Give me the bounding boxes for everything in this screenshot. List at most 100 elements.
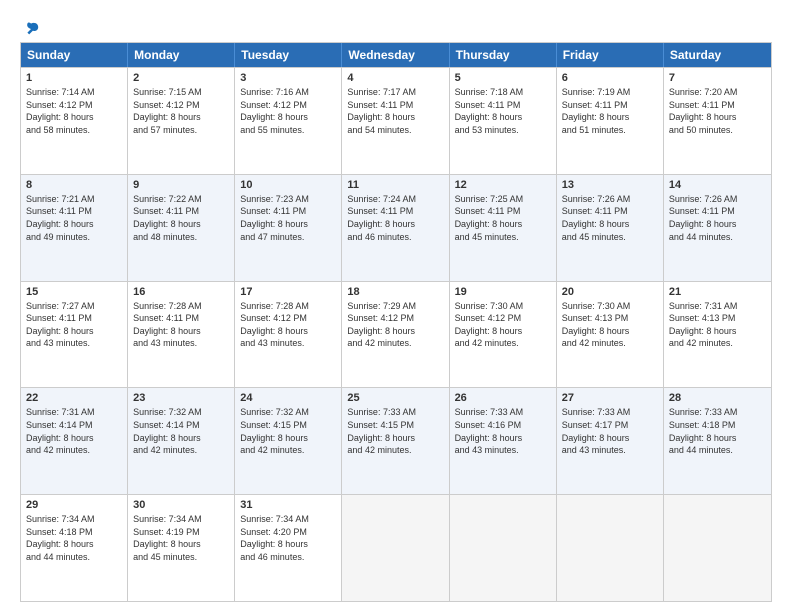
day-number: 2 — [133, 72, 229, 84]
day-number: 24 — [240, 392, 336, 404]
cell-text: Sunrise: 7:15 AMSunset: 4:12 PMDaylight:… — [133, 86, 229, 136]
calendar-cell: 25 Sunrise: 7:33 AMSunset: 4:15 PMDayligh… — [342, 388, 449, 494]
day-number: 29 — [26, 499, 122, 511]
day-number: 15 — [26, 286, 122, 298]
calendar-cell: 26Sunrise: 7:33 AMSunset: 4:16 PMDayligh… — [450, 388, 557, 494]
day-number: 10 — [240, 179, 336, 191]
cell-text: Sunrise: 7:16 AMSunset: 4:12 PMDaylight:… — [240, 86, 336, 136]
page: SundayMondayTuesdayWednesdayThursdayFrid… — [0, 0, 792, 612]
calendar-cell: 12Sunrise: 7:25 AMSunset: 4:11 PMDayligh… — [450, 175, 557, 281]
day-number: 7 — [669, 72, 766, 84]
day-number: 11 — [347, 179, 443, 191]
cell-text: Sunrise: 7:22 AMSunset: 4:11 PMDaylight:… — [133, 193, 229, 243]
header-day-sunday: Sunday — [21, 43, 128, 67]
calendar-cell — [664, 495, 771, 601]
cell-text: Sunrise: 7:23 AMSunset: 4:11 PMDaylight:… — [240, 193, 336, 243]
day-number: 25 — [347, 392, 443, 404]
calendar-cell: 15 Sunrise: 7:27 AMSunset: 4:11 PMDayligh… — [21, 282, 128, 388]
cell-text: Sunrise: 7:17 AMSunset: 4:11 PMDaylight:… — [347, 86, 443, 136]
header — [20, 20, 772, 34]
calendar-cell: 30 Sunrise: 7:34 AMSunset: 4:19 PMDayligh… — [128, 495, 235, 601]
cell-text: Sunrise: 7:24 AMSunset: 4:11 PMDaylight:… — [347, 193, 443, 243]
day-number: 3 — [240, 72, 336, 84]
calendar-cell: 7 Sunrise: 7:20 AMSunset: 4:11 PMDaylight… — [664, 68, 771, 174]
day-number: 22 — [26, 392, 122, 404]
calendar-cell: 22 Sunrise: 7:31 AMSunset: 4:14 PMDayligh… — [21, 388, 128, 494]
logo-text — [20, 20, 40, 38]
calendar-cell: 1 Sunrise: 7:14 AMSunset: 4:12 PMDaylight… — [21, 68, 128, 174]
day-number: 28 — [669, 392, 766, 404]
day-number: 17 — [240, 286, 336, 298]
calendar-cell: 29 Sunrise: 7:34 AMSunset: 4:18 PMDayligh… — [21, 495, 128, 601]
calendar-cell — [450, 495, 557, 601]
header-day-saturday: Saturday — [664, 43, 771, 67]
calendar-row-1: 1 Sunrise: 7:14 AMSunset: 4:12 PMDaylight… — [21, 67, 771, 174]
calendar: SundayMondayTuesdayWednesdayThursdayFrid… — [20, 42, 772, 602]
header-day-wednesday: Wednesday — [342, 43, 449, 67]
cell-text: Sunrise: 7:30 AMSunset: 4:13 PMDaylight:… — [562, 300, 658, 350]
calendar-row-5: 29 Sunrise: 7:34 AMSunset: 4:18 PMDayligh… — [21, 494, 771, 601]
calendar-cell: 31 Sunrise: 7:34 AMSunset: 4:20 PMDayligh… — [235, 495, 342, 601]
cell-text: Sunrise: 7:32 AMSunset: 4:14 PMDaylight:… — [133, 406, 229, 456]
header-day-tuesday: Tuesday — [235, 43, 342, 67]
calendar-body: 1 Sunrise: 7:14 AMSunset: 4:12 PMDaylight… — [21, 67, 771, 601]
day-number: 1 — [26, 72, 122, 84]
calendar-cell: 4 Sunrise: 7:17 AMSunset: 4:11 PMDaylight… — [342, 68, 449, 174]
day-number: 30 — [133, 499, 229, 511]
calendar-row-2: 8Sunrise: 7:21 AMSunset: 4:11 PMDaylight… — [21, 174, 771, 281]
calendar-header: SundayMondayTuesdayWednesdayThursdayFrid… — [21, 43, 771, 67]
day-number: 13 — [562, 179, 658, 191]
calendar-cell: 19Sunrise: 7:30 AMSunset: 4:12 PMDayligh… — [450, 282, 557, 388]
calendar-cell: 24 Sunrise: 7:32 AMSunset: 4:15 PMDayligh… — [235, 388, 342, 494]
calendar-cell: 11 Sunrise: 7:24 AMSunset: 4:11 PMDayligh… — [342, 175, 449, 281]
cell-text: Sunrise: 7:18 AMSunset: 4:11 PMDaylight:… — [455, 86, 551, 136]
logo-bird-icon — [22, 20, 40, 38]
day-number: 21 — [669, 286, 766, 298]
day-number: 4 — [347, 72, 443, 84]
cell-text: Sunrise: 7:34 AMSunset: 4:19 PMDaylight:… — [133, 513, 229, 563]
day-number: 5 — [455, 72, 551, 84]
calendar-cell: 8Sunrise: 7:21 AMSunset: 4:11 PMDaylight… — [21, 175, 128, 281]
calendar-cell: 23 Sunrise: 7:32 AMSunset: 4:14 PMDayligh… — [128, 388, 235, 494]
cell-text: Sunrise: 7:29 AMSunset: 4:12 PMDaylight:… — [347, 300, 443, 350]
day-number: 31 — [240, 499, 336, 511]
cell-text: Sunrise: 7:32 AMSunset: 4:15 PMDaylight:… — [240, 406, 336, 456]
day-number: 12 — [455, 179, 551, 191]
cell-text: Sunrise: 7:31 AMSunset: 4:14 PMDaylight:… — [26, 406, 122, 456]
calendar-row-4: 22 Sunrise: 7:31 AMSunset: 4:14 PMDayligh… — [21, 387, 771, 494]
day-number: 9 — [133, 179, 229, 191]
calendar-cell: 18 Sunrise: 7:29 AMSunset: 4:12 PMDayligh… — [342, 282, 449, 388]
logo — [20, 20, 40, 34]
cell-text: Sunrise: 7:31 AMSunset: 4:13 PMDaylight:… — [669, 300, 766, 350]
day-number: 19 — [455, 286, 551, 298]
header-day-monday: Monday — [128, 43, 235, 67]
calendar-cell: 20 Sunrise: 7:30 AMSunset: 4:13 PMDayligh… — [557, 282, 664, 388]
calendar-cell: 5 Sunrise: 7:18 AMSunset: 4:11 PMDaylight… — [450, 68, 557, 174]
cell-text: Sunrise: 7:26 AMSunset: 4:11 PMDaylight:… — [669, 193, 766, 243]
calendar-cell: 3 Sunrise: 7:16 AMSunset: 4:12 PMDaylight… — [235, 68, 342, 174]
day-number: 20 — [562, 286, 658, 298]
cell-text: Sunrise: 7:26 AMSunset: 4:11 PMDaylight:… — [562, 193, 658, 243]
cell-text: Sunrise: 7:20 AMSunset: 4:11 PMDaylight:… — [669, 86, 766, 136]
day-number: 8 — [26, 179, 122, 191]
cell-text: Sunrise: 7:33 AMSunset: 4:15 PMDaylight:… — [347, 406, 443, 456]
calendar-cell: 13 Sunrise: 7:26 AMSunset: 4:11 PMDayligh… — [557, 175, 664, 281]
cell-text: Sunrise: 7:34 AMSunset: 4:18 PMDaylight:… — [26, 513, 122, 563]
calendar-cell: 28 Sunrise: 7:33 AMSunset: 4:18 PMDayligh… — [664, 388, 771, 494]
day-number: 16 — [133, 286, 229, 298]
day-number: 18 — [347, 286, 443, 298]
calendar-cell: 21 Sunrise: 7:31 AMSunset: 4:13 PMDayligh… — [664, 282, 771, 388]
day-number: 23 — [133, 392, 229, 404]
cell-text: Sunrise: 7:33 AMSunset: 4:18 PMDaylight:… — [669, 406, 766, 456]
calendar-cell: 17 Sunrise: 7:28 AMSunset: 4:12 PMDayligh… — [235, 282, 342, 388]
cell-text: Sunrise: 7:33 AMSunset: 4:17 PMDaylight:… — [562, 406, 658, 456]
day-number: 27 — [562, 392, 658, 404]
cell-text: Sunrise: 7:19 AMSunset: 4:11 PMDaylight:… — [562, 86, 658, 136]
cell-text: Sunrise: 7:27 AMSunset: 4:11 PMDaylight:… — [26, 300, 122, 350]
calendar-cell: 16Sunrise: 7:28 AMSunset: 4:11 PMDayligh… — [128, 282, 235, 388]
calendar-cell: 9 Sunrise: 7:22 AMSunset: 4:11 PMDaylight… — [128, 175, 235, 281]
cell-text: Sunrise: 7:28 AMSunset: 4:12 PMDaylight:… — [240, 300, 336, 350]
calendar-row-3: 15 Sunrise: 7:27 AMSunset: 4:11 PMDayligh… — [21, 281, 771, 388]
cell-text: Sunrise: 7:14 AMSunset: 4:12 PMDaylight:… — [26, 86, 122, 136]
cell-text: Sunrise: 7:34 AMSunset: 4:20 PMDaylight:… — [240, 513, 336, 563]
